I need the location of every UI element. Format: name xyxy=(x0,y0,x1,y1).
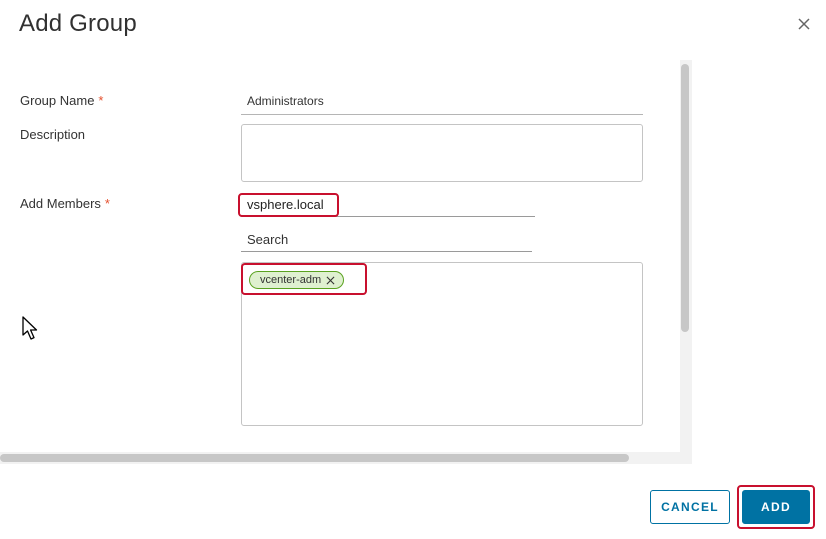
member-chip-highlight xyxy=(241,263,367,295)
form-scroll-area: Group Name * Administrators Description A… xyxy=(0,60,692,468)
dialog-title: Add Group xyxy=(19,10,137,37)
search-placeholder: Search xyxy=(247,232,289,247)
group-name-input[interactable]: Administrators xyxy=(241,94,643,115)
group-name-label: Group Name * xyxy=(20,93,103,108)
cancel-button[interactable]: CANCEL xyxy=(650,490,730,524)
description-label: Description xyxy=(20,127,86,142)
vertical-scrollbar-thumb[interactable] xyxy=(681,64,689,332)
member-search-input[interactable]: Search xyxy=(241,230,532,252)
add-button-highlight xyxy=(737,485,815,529)
add-members-label-text: Add Members xyxy=(20,196,101,211)
mouse-pointer-icon xyxy=(22,316,38,340)
required-marker: * xyxy=(98,93,104,108)
add-members-label: Add Members * xyxy=(20,196,110,211)
close-icon[interactable] xyxy=(794,14,814,34)
description-textarea[interactable] xyxy=(241,124,643,182)
required-marker: * xyxy=(104,196,110,211)
horizontal-scrollbar-thumb[interactable] xyxy=(0,454,629,462)
domain-highlight xyxy=(238,193,339,217)
group-name-value: Administrators xyxy=(247,94,324,108)
group-name-label-text: Group Name xyxy=(20,93,95,108)
